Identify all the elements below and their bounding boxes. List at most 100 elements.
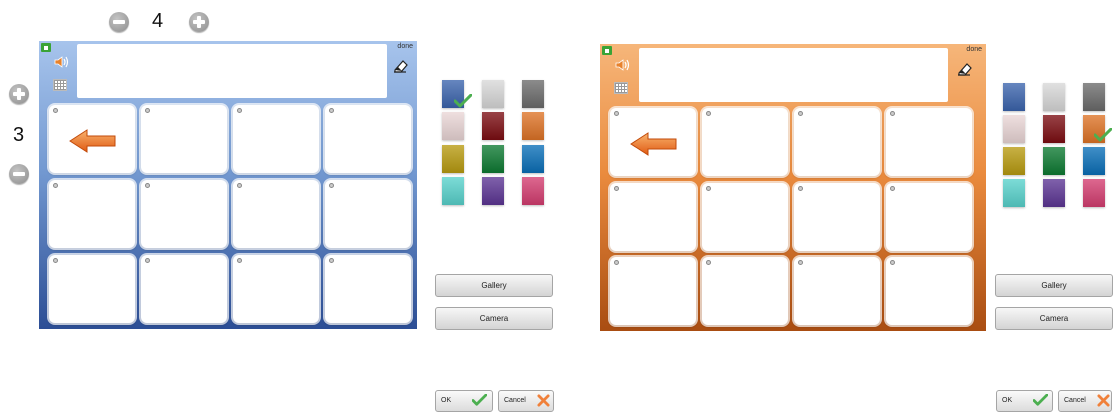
grid-cell[interactable] — [886, 108, 972, 176]
message-bar[interactable] — [77, 44, 387, 98]
grid-cell[interactable] — [794, 257, 880, 325]
add-row-button[interactable] — [9, 84, 29, 104]
cell-dot — [145, 108, 150, 113]
message-bar[interactable] — [639, 48, 948, 102]
color-swatch-maroon[interactable] — [482, 112, 504, 140]
color-swatch-green[interactable] — [482, 145, 504, 173]
grid-cell[interactable] — [610, 257, 696, 325]
camera-button[interactable]: Camera — [435, 307, 553, 330]
color-swatch-olive[interactable] — [1003, 147, 1025, 175]
keyboard-icon[interactable] — [614, 82, 628, 94]
color-swatch-pink[interactable] — [442, 112, 464, 140]
cell-dot — [53, 183, 58, 188]
cell-dot — [53, 108, 58, 113]
grid-cell[interactable] — [610, 108, 696, 176]
grid-cell[interactable] — [141, 180, 227, 248]
grid-cell[interactable] — [886, 257, 972, 325]
check-icon — [454, 94, 472, 108]
grid-cell[interactable] — [325, 180, 411, 248]
cancel-button[interactable]: Cancel — [498, 390, 554, 412]
ok-button[interactable]: OK — [996, 390, 1053, 412]
color-swatch-olive[interactable] — [442, 145, 464, 173]
color-swatch-silver[interactable] — [482, 80, 504, 108]
check-icon — [1033, 394, 1048, 406]
close-icon — [1097, 394, 1110, 407]
color-swatch-blue[interactable] — [1003, 83, 1025, 111]
cell-dot — [890, 186, 895, 191]
color-swatch-gray[interactable] — [522, 80, 544, 108]
grid-cell[interactable] — [794, 108, 880, 176]
grid-cell[interactable] — [49, 180, 135, 248]
eraser-icon[interactable] — [393, 57, 411, 73]
cell-dot — [53, 258, 58, 263]
grid-cell[interactable] — [233, 105, 319, 173]
grid-cell[interactable] — [49, 105, 135, 173]
color-swatch-aqua[interactable] — [442, 177, 464, 205]
home-icon[interactable] — [41, 43, 51, 52]
cancel-label: Cancel — [1064, 397, 1086, 404]
grid-cell[interactable] — [886, 183, 972, 251]
cell-dot — [329, 108, 334, 113]
cell-dot — [798, 186, 803, 191]
cell-dot — [706, 260, 711, 265]
color-swatch-rose[interactable] — [1083, 179, 1105, 207]
cell-dot — [329, 183, 334, 188]
color-swatch-pink[interactable] — [1003, 115, 1025, 143]
grid-cell[interactable] — [702, 183, 788, 251]
color-swatch-azure[interactable] — [1083, 147, 1105, 175]
grid-cell[interactable] — [794, 183, 880, 251]
color-swatch-green[interactable] — [1043, 147, 1065, 175]
grid-cell[interactable] — [702, 108, 788, 176]
cell-dot — [237, 258, 242, 263]
home-icon[interactable] — [602, 46, 612, 55]
grid-cell[interactable] — [325, 105, 411, 173]
done-label: done — [397, 43, 413, 50]
grid-cell[interactable] — [233, 180, 319, 248]
speaker-icon[interactable] — [614, 58, 630, 72]
grid-cell[interactable] — [702, 257, 788, 325]
color-swatch-maroon[interactable] — [1043, 115, 1065, 143]
cell-dot — [798, 260, 803, 265]
color-swatch-gray[interactable] — [1083, 83, 1105, 111]
color-swatch-purple[interactable] — [482, 177, 504, 205]
check-icon — [1094, 128, 1112, 142]
color-swatch-aqua[interactable] — [1003, 179, 1025, 207]
cell-dot — [145, 258, 150, 263]
grid-cell[interactable] — [49, 255, 135, 323]
cell-dot — [706, 186, 711, 191]
grid-cell[interactable] — [233, 255, 319, 323]
cell-dot — [614, 186, 619, 191]
eraser-icon[interactable] — [957, 60, 975, 76]
speaker-icon[interactable] — [53, 55, 69, 69]
arrow-left-icon — [630, 132, 677, 156]
close-icon — [537, 394, 550, 407]
grid-cell[interactable] — [141, 255, 227, 323]
cell-dot — [237, 108, 242, 113]
cancel-button[interactable]: Cancel — [1058, 390, 1112, 412]
ok-label: OK — [1002, 397, 1013, 404]
check-icon — [472, 394, 487, 406]
ok-label: OK — [441, 397, 452, 404]
remove-column-button[interactable] — [109, 12, 129, 32]
color-swatch-silver[interactable] — [1043, 83, 1065, 111]
cell-dot — [614, 260, 619, 265]
color-swatch-rose[interactable] — [522, 177, 544, 205]
ok-button[interactable]: OK — [435, 390, 493, 412]
cell-dot — [706, 111, 711, 116]
grid-cell[interactable] — [141, 105, 227, 173]
cell-dot — [329, 258, 334, 263]
done-label: done — [966, 46, 982, 53]
grid-cell[interactable] — [610, 183, 696, 251]
camera-button[interactable]: Camera — [995, 307, 1113, 330]
color-swatch-azure[interactable] — [522, 145, 544, 173]
remove-row-button[interactable] — [9, 164, 29, 184]
cancel-label: Cancel — [504, 397, 526, 404]
arrow-left-icon — [69, 129, 116, 153]
grid-cell[interactable] — [325, 255, 411, 323]
gallery-button[interactable]: Gallery — [995, 274, 1113, 297]
gallery-button[interactable]: Gallery — [435, 274, 553, 297]
keyboard-icon[interactable] — [53, 79, 67, 91]
color-swatch-orange[interactable] — [522, 112, 544, 140]
add-column-button[interactable] — [189, 12, 209, 32]
color-swatch-purple[interactable] — [1043, 179, 1065, 207]
